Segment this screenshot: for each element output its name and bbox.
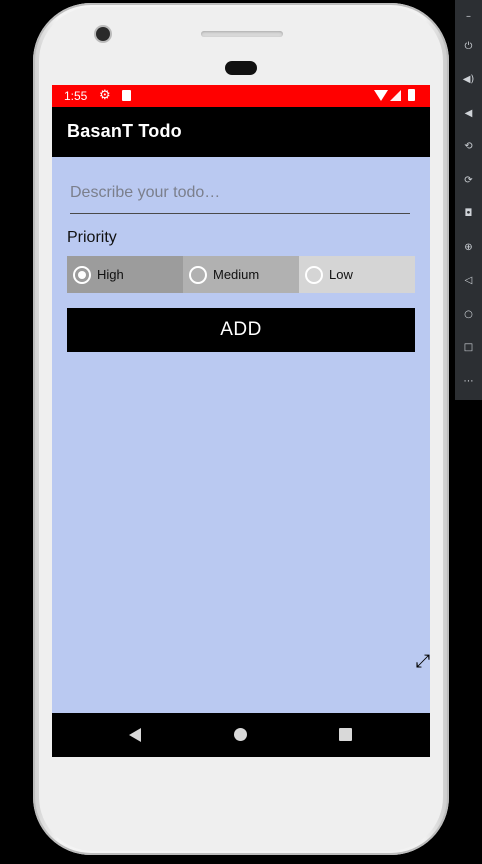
status-time: 1:55 — [64, 89, 88, 103]
volume-up-icon[interactable]: ◀) — [455, 71, 482, 89]
priority-high-label: High — [97, 267, 124, 282]
resize-icon[interactable]: ⤢ — [412, 651, 434, 673]
recents-icon[interactable] — [339, 728, 352, 741]
status-bar: 1:55 ⚙ — [52, 85, 430, 107]
add-button[interactable]: ADD — [67, 308, 415, 352]
gear-icon: ⚙ — [99, 87, 111, 102]
priority-label: Priority — [67, 229, 117, 246]
more-icon[interactable]: ⋯ — [455, 373, 482, 391]
device-screen: 1:55 ⚙ BasanT Todo Priority High Medium … — [52, 85, 430, 757]
app-title: BasanT Todo — [67, 121, 182, 141]
radio-checked-icon[interactable] — [73, 265, 91, 284]
overview-icon[interactable]: □ — [455, 339, 482, 357]
zoom-icon[interactable]: ⊕ — [455, 239, 482, 257]
priority-high-option[interactable]: High — [67, 256, 183, 293]
priority-low-option[interactable]: Low — [299, 256, 415, 293]
speaker-grill — [201, 31, 283, 37]
radio-unchecked-icon[interactable] — [305, 265, 323, 284]
volume-down-icon[interactable]: ◀ — [455, 105, 482, 123]
camera-icon[interactable]: ◘ — [455, 205, 482, 223]
earpiece — [225, 61, 257, 75]
rotate-left-icon[interactable]: ⟲ — [455, 138, 482, 156]
rotate-right-icon[interactable]: ⟳ — [455, 172, 482, 190]
power-icon[interactable]: ⏻ — [455, 38, 482, 56]
sd-card-icon — [122, 90, 131, 101]
home-icon[interactable] — [234, 728, 247, 741]
todo-input[interactable] — [70, 175, 410, 214]
app-bar: BasanT Todo — [52, 107, 430, 157]
emulator-toolbar: – ⏻ ◀) ◀ ⟲ ⟳ ◘ ⊕ ◁ ○ □ ⋯ — [455, 0, 482, 400]
radio-unchecked-icon[interactable] — [189, 265, 207, 284]
front-camera — [96, 27, 110, 41]
back-icon[interactable]: ◁ — [455, 272, 482, 290]
signal-icon — [390, 90, 401, 101]
minimize-icon[interactable]: – — [455, 8, 482, 26]
navigation-bar — [52, 713, 430, 757]
priority-low-label: Low — [329, 267, 353, 282]
priority-medium-label: Medium — [213, 267, 260, 282]
back-icon[interactable] — [129, 728, 141, 742]
priority-medium-option[interactable]: Medium — [183, 256, 299, 293]
battery-icon — [408, 89, 415, 101]
home-icon[interactable]: ○ — [455, 306, 482, 324]
wifi-icon — [374, 90, 388, 101]
